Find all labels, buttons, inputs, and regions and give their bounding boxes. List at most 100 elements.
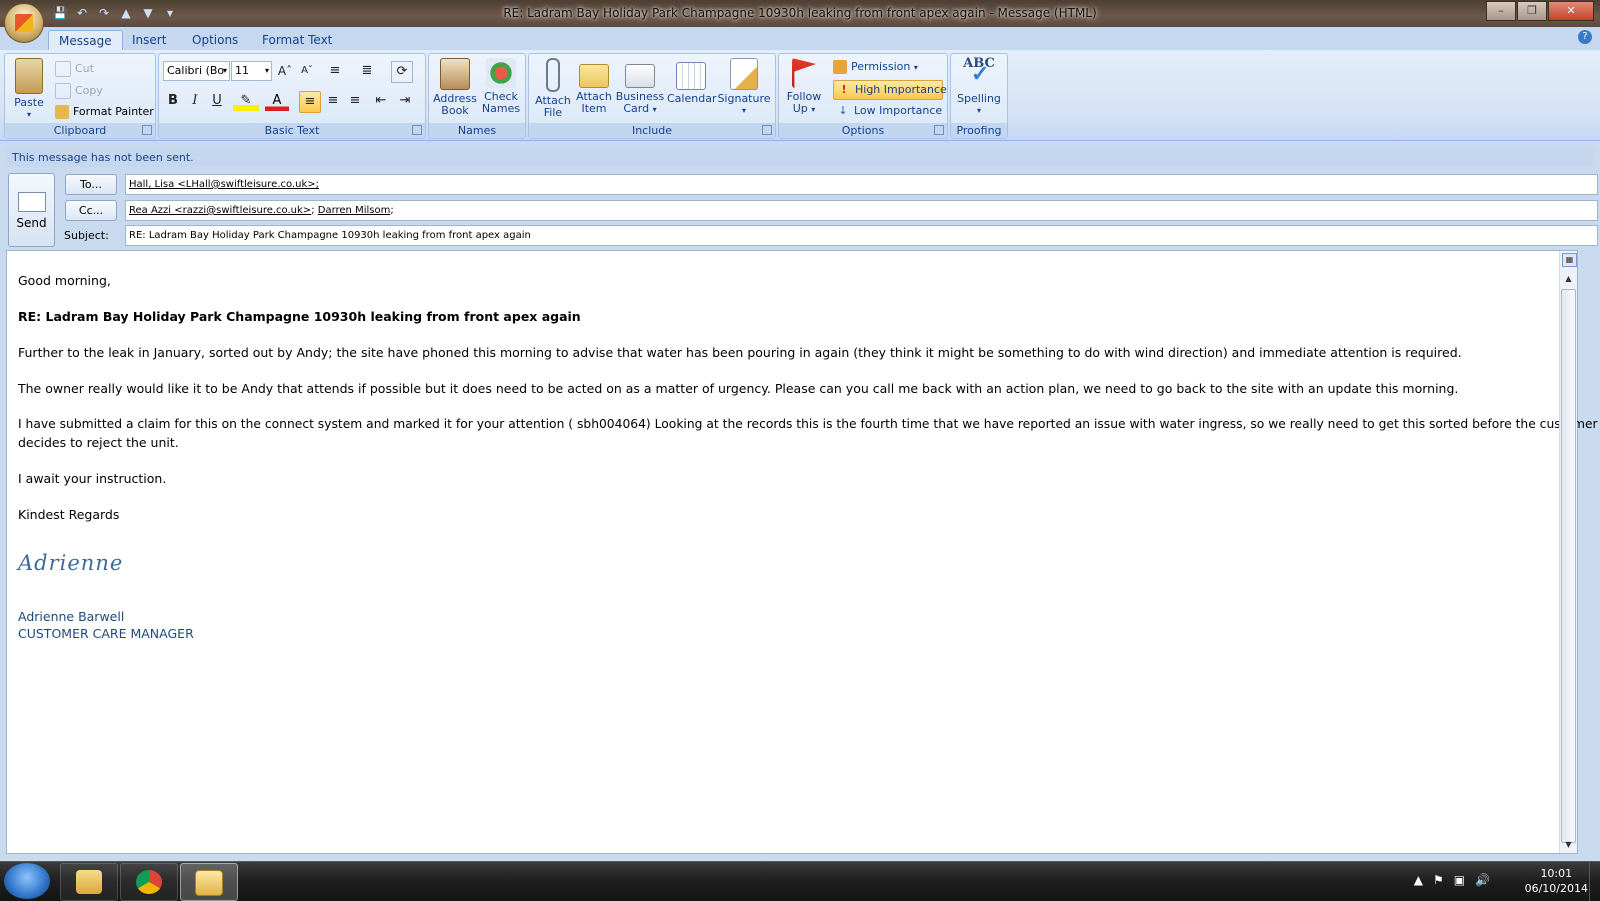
attach-file-button[interactable]: Attach File: [533, 58, 573, 119]
clear-formatting-icon[interactable]: ⟳: [391, 61, 413, 83]
taskbar: ▲⚑▣🔊 10:01 06/10/2014: [0, 861, 1600, 901]
grow-font-icon[interactable]: Aˆ: [275, 61, 295, 81]
ribbon: Paste ▾ Cut Copy Format Painter Clipboar…: [0, 50, 1600, 141]
address-book-button[interactable]: Address Book: [433, 58, 477, 117]
spelling-icon: ABC ✓: [963, 56, 995, 87]
subject-field[interactable]: RE: Ladram Bay Holiday Park Champagne 10…: [125, 225, 1598, 246]
copy-icon: [55, 83, 71, 99]
format-painter-button[interactable]: Format Painter: [55, 103, 154, 121]
signature-icon: [730, 58, 758, 90]
tab-message[interactable]: Message: [48, 30, 123, 51]
show-hidden-icons-icon[interactable]: ▲: [1414, 873, 1433, 887]
increase-indent-icon[interactable]: ⇥: [395, 91, 415, 111]
shrink-font-icon[interactable]: Aˇ: [297, 61, 317, 81]
taskbar-windows-explorer[interactable]: [60, 863, 118, 901]
network-icon[interactable]: ▣: [1454, 873, 1475, 887]
clipboard-group-label: Clipboard: [5, 123, 155, 138]
basic-text-launcher-icon[interactable]: [412, 125, 422, 135]
check-names-label-2: Names: [481, 102, 521, 115]
scroll-thumb[interactable]: [1561, 289, 1576, 843]
calendar-button[interactable]: Calendar: [667, 58, 717, 105]
decrease-indent-icon[interactable]: ⇤: [371, 91, 391, 111]
align-left-icon[interactable]: ≡: [299, 91, 321, 113]
greeting-text: Good morning,: [18, 273, 111, 288]
bullets-icon[interactable]: ≡: [325, 61, 345, 81]
system-clock[interactable]: 10:01 06/10/2014: [1525, 866, 1588, 896]
tab-insert[interactable]: Insert: [122, 30, 176, 50]
show-desktop-button[interactable]: [1589, 862, 1600, 901]
options-launcher-icon[interactable]: [934, 125, 944, 135]
follow-up-button[interactable]: Follow Up ▾: [783, 58, 825, 116]
close-button[interactable]: ✕: [1548, 1, 1594, 21]
font-name-combo[interactable]: Calibri (Bo ▾: [163, 61, 230, 81]
taskbar-google-chrome[interactable]: [120, 863, 178, 901]
cc-field[interactable]: Rea Azzi <razzi@swiftleisure.co.uk>; Dar…: [125, 200, 1598, 221]
font-color-icon[interactable]: A: [265, 91, 289, 111]
cc-button[interactable]: Cc...: [65, 200, 117, 221]
numbering-icon[interactable]: ≣: [357, 61, 377, 81]
action-center-flag-icon[interactable]: ⚑: [1433, 873, 1454, 887]
restore-button[interactable]: ❐: [1517, 1, 1547, 21]
permission-icon: [833, 60, 847, 74]
spelling-button[interactable]: ABC ✓ Spelling ▾: [955, 56, 1003, 117]
business-card-button[interactable]: Business Card ▾: [615, 58, 665, 116]
minimize-button[interactable]: –: [1486, 1, 1516, 21]
address-book-label-2: Book: [441, 104, 469, 117]
clipboard-group: Paste ▾ Cut Copy Format Painter Clipboar…: [4, 53, 156, 139]
signature-label: Signature: [717, 92, 771, 105]
tab-format-text[interactable]: Format Text: [252, 30, 342, 50]
to-recipient[interactable]: Hall, Lisa <LHall@swiftleisure.co.uk>;: [129, 179, 319, 190]
cut-label: Cut: [75, 62, 94, 75]
underline-button[interactable]: U: [207, 91, 227, 111]
ribbon-tabs: Message Insert Options Format Text ?: [0, 27, 1600, 51]
body-paragraph: Further to the leak in January, sorted o…: [18, 345, 1462, 360]
spelling-label: Spelling: [957, 92, 1001, 105]
business-card-label-2: Card: [623, 102, 650, 115]
message-body[interactable]: Good morning, RE: Ladram Bay Holiday Par…: [6, 250, 1598, 854]
tab-options[interactable]: Options: [182, 30, 248, 50]
to-field[interactable]: Hall, Lisa <LHall@swiftleisure.co.uk>;: [125, 174, 1598, 195]
start-button[interactable]: [4, 863, 50, 899]
attach-item-button[interactable]: Attach Item: [575, 58, 613, 115]
basic-text-group: Calibri (Bo ▾ 11 ▾ Aˆ Aˇ ≡ ≣ ⟳ B I U ✎ A ≡…: [158, 53, 426, 139]
cut-button[interactable]: Cut: [55, 60, 94, 78]
highlight-icon[interactable]: ✎: [233, 91, 259, 111]
proofing-group-label: Proofing: [951, 123, 1007, 138]
attach-file-label-2: File: [543, 106, 563, 119]
body-paragraph: I have submitted a claim for this on the…: [18, 417, 1598, 431]
to-button[interactable]: To...: [65, 174, 117, 195]
italic-button[interactable]: I: [185, 91, 205, 111]
cc-recipient[interactable]: Rea Azzi <razzi@swiftleisure.co.uk>: [129, 205, 311, 216]
calendar-label: Calendar: [667, 92, 717, 105]
cc-recipient[interactable]: Darren Milsom: [318, 205, 391, 216]
business-card-icon: [625, 64, 655, 88]
chrome-icon: [136, 870, 162, 894]
low-importance-button[interactable]: ↓ Low Importance: [833, 102, 942, 120]
check-names-button[interactable]: Check Names: [479, 58, 523, 115]
volume-icon[interactable]: 🔊: [1475, 873, 1500, 887]
proofing-group: ABC ✓ Spelling ▾ Proofing: [950, 53, 1008, 139]
down-arrow-icon: ↓: [838, 104, 848, 117]
window-controls: – ❐ ✕: [1485, 1, 1594, 21]
signature-button[interactable]: Signature ▾: [717, 58, 771, 117]
help-icon[interactable]: ?: [1578, 30, 1592, 44]
permission-button[interactable]: Permission ▾: [833, 58, 918, 76]
scroll-up-icon[interactable]: ▲: [1562, 273, 1575, 285]
paste-button[interactable]: Paste ▾: [9, 58, 49, 121]
vertical-scrollbar[interactable]: ▦ ▲ ▼: [1559, 251, 1577, 853]
high-importance-label: High Importance: [855, 83, 947, 96]
align-right-icon[interactable]: ≡: [345, 91, 365, 111]
high-importance-button[interactable]: ! High Importance: [833, 80, 947, 100]
bold-button[interactable]: B: [163, 91, 183, 111]
font-size-combo[interactable]: 11 ▾: [231, 61, 272, 81]
include-launcher-icon[interactable]: [762, 125, 772, 135]
send-button[interactable]: Send: [8, 173, 55, 247]
copy-button[interactable]: Copy: [55, 82, 103, 100]
align-center-icon[interactable]: ≡: [323, 91, 343, 111]
title-bar: 💾 ↶ ↷ ▲ ▼ ▾ RE: Ladram Bay Holiday Park …: [0, 0, 1600, 43]
ruler-toggle-icon[interactable]: ▦: [1562, 253, 1577, 267]
scroll-down-icon[interactable]: ▼: [1562, 839, 1575, 851]
taskbar-outlook[interactable]: [180, 863, 238, 901]
clipboard-launcher-icon[interactable]: [142, 125, 152, 135]
office-button[interactable]: [4, 3, 44, 43]
